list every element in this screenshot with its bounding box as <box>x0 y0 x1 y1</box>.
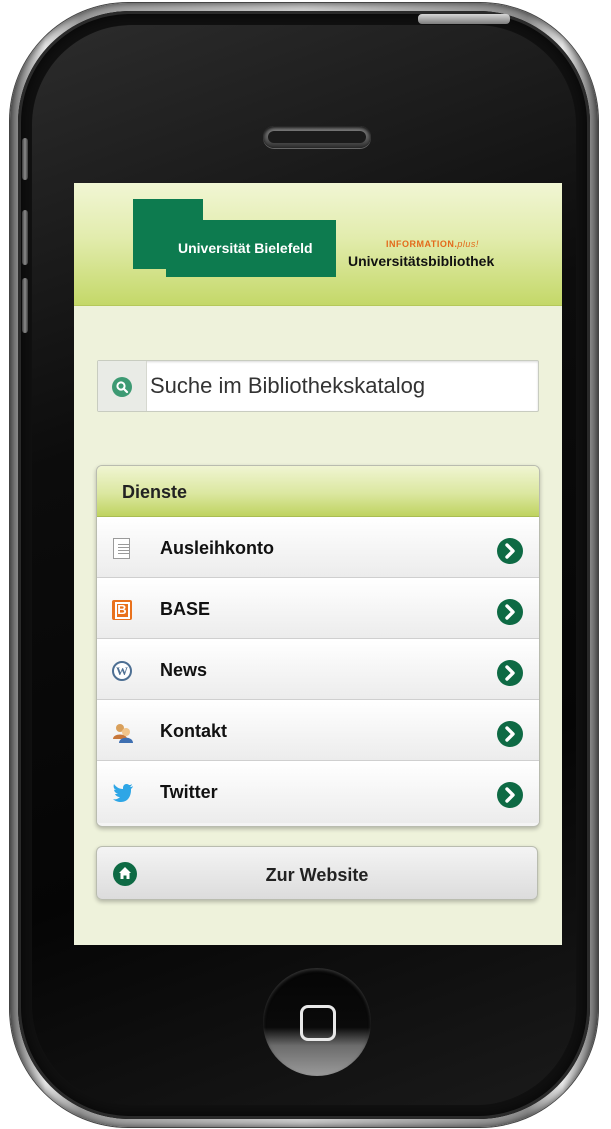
search-icon-box <box>98 361 147 411</box>
wordpress-icon: W <box>112 661 132 681</box>
list-item-ausleihkonto[interactable]: Ausleihkonto <box>97 517 539 578</box>
list-item-twitter[interactable]: Twitter <box>97 761 539 823</box>
information-plus-logo: INFORMATION.plus! <box>386 239 479 249</box>
chevron-right-icon <box>497 538 523 564</box>
list-item-label: Kontakt <box>160 721 227 741</box>
chevron-right-icon <box>497 782 523 808</box>
chevron-right-icon <box>497 599 523 625</box>
services-list: Dienste Ausleihkonto B BASE W News Konta… <box>96 465 540 827</box>
university-name: Universität Bielefeld <box>178 240 313 256</box>
list-item-kontakt[interactable]: Kontakt <box>97 700 539 761</box>
volume-up-button <box>22 210 28 265</box>
university-logo: Universität Bielefeld <box>166 220 336 277</box>
earpiece-speaker <box>263 126 371 148</box>
volume-down-button <box>22 278 28 333</box>
website-button[interactable]: Zur Website <box>96 846 538 900</box>
contacts-icon <box>112 722 133 743</box>
sleep-button <box>418 14 510 24</box>
mute-switch <box>22 138 28 180</box>
search-input[interactable] <box>150 361 530 411</box>
base-icon: B <box>112 600 132 620</box>
catalog-search[interactable] <box>97 360 539 412</box>
plus-text: plus! <box>457 239 479 249</box>
twitter-icon <box>112 783 133 803</box>
list-item-label: News <box>160 660 208 680</box>
document-icon <box>113 538 130 559</box>
home-button[interactable] <box>263 968 371 1076</box>
library-name: Universitätsbibliothek <box>348 253 495 269</box>
chevron-right-icon <box>497 660 523 686</box>
search-icon <box>112 377 132 397</box>
website-button-label: Zur Website <box>265 865 369 885</box>
app-header: Universität Bielefeld INFORMATION.plus! … <box>74 183 562 306</box>
list-item-base[interactable]: B BASE <box>97 578 539 639</box>
screen: Universität Bielefeld INFORMATION.plus! … <box>74 183 562 945</box>
chevron-right-icon <box>497 721 523 747</box>
list-item-news[interactable]: W News <box>97 639 539 700</box>
list-item-label: Twitter <box>160 782 218 802</box>
services-header: Dienste <box>97 466 539 517</box>
list-item-label: BASE <box>160 599 211 619</box>
home-square-icon <box>300 1005 336 1041</box>
information-text: INFORMATION. <box>386 239 458 249</box>
list-item-label: Ausleihkonto <box>160 538 275 558</box>
